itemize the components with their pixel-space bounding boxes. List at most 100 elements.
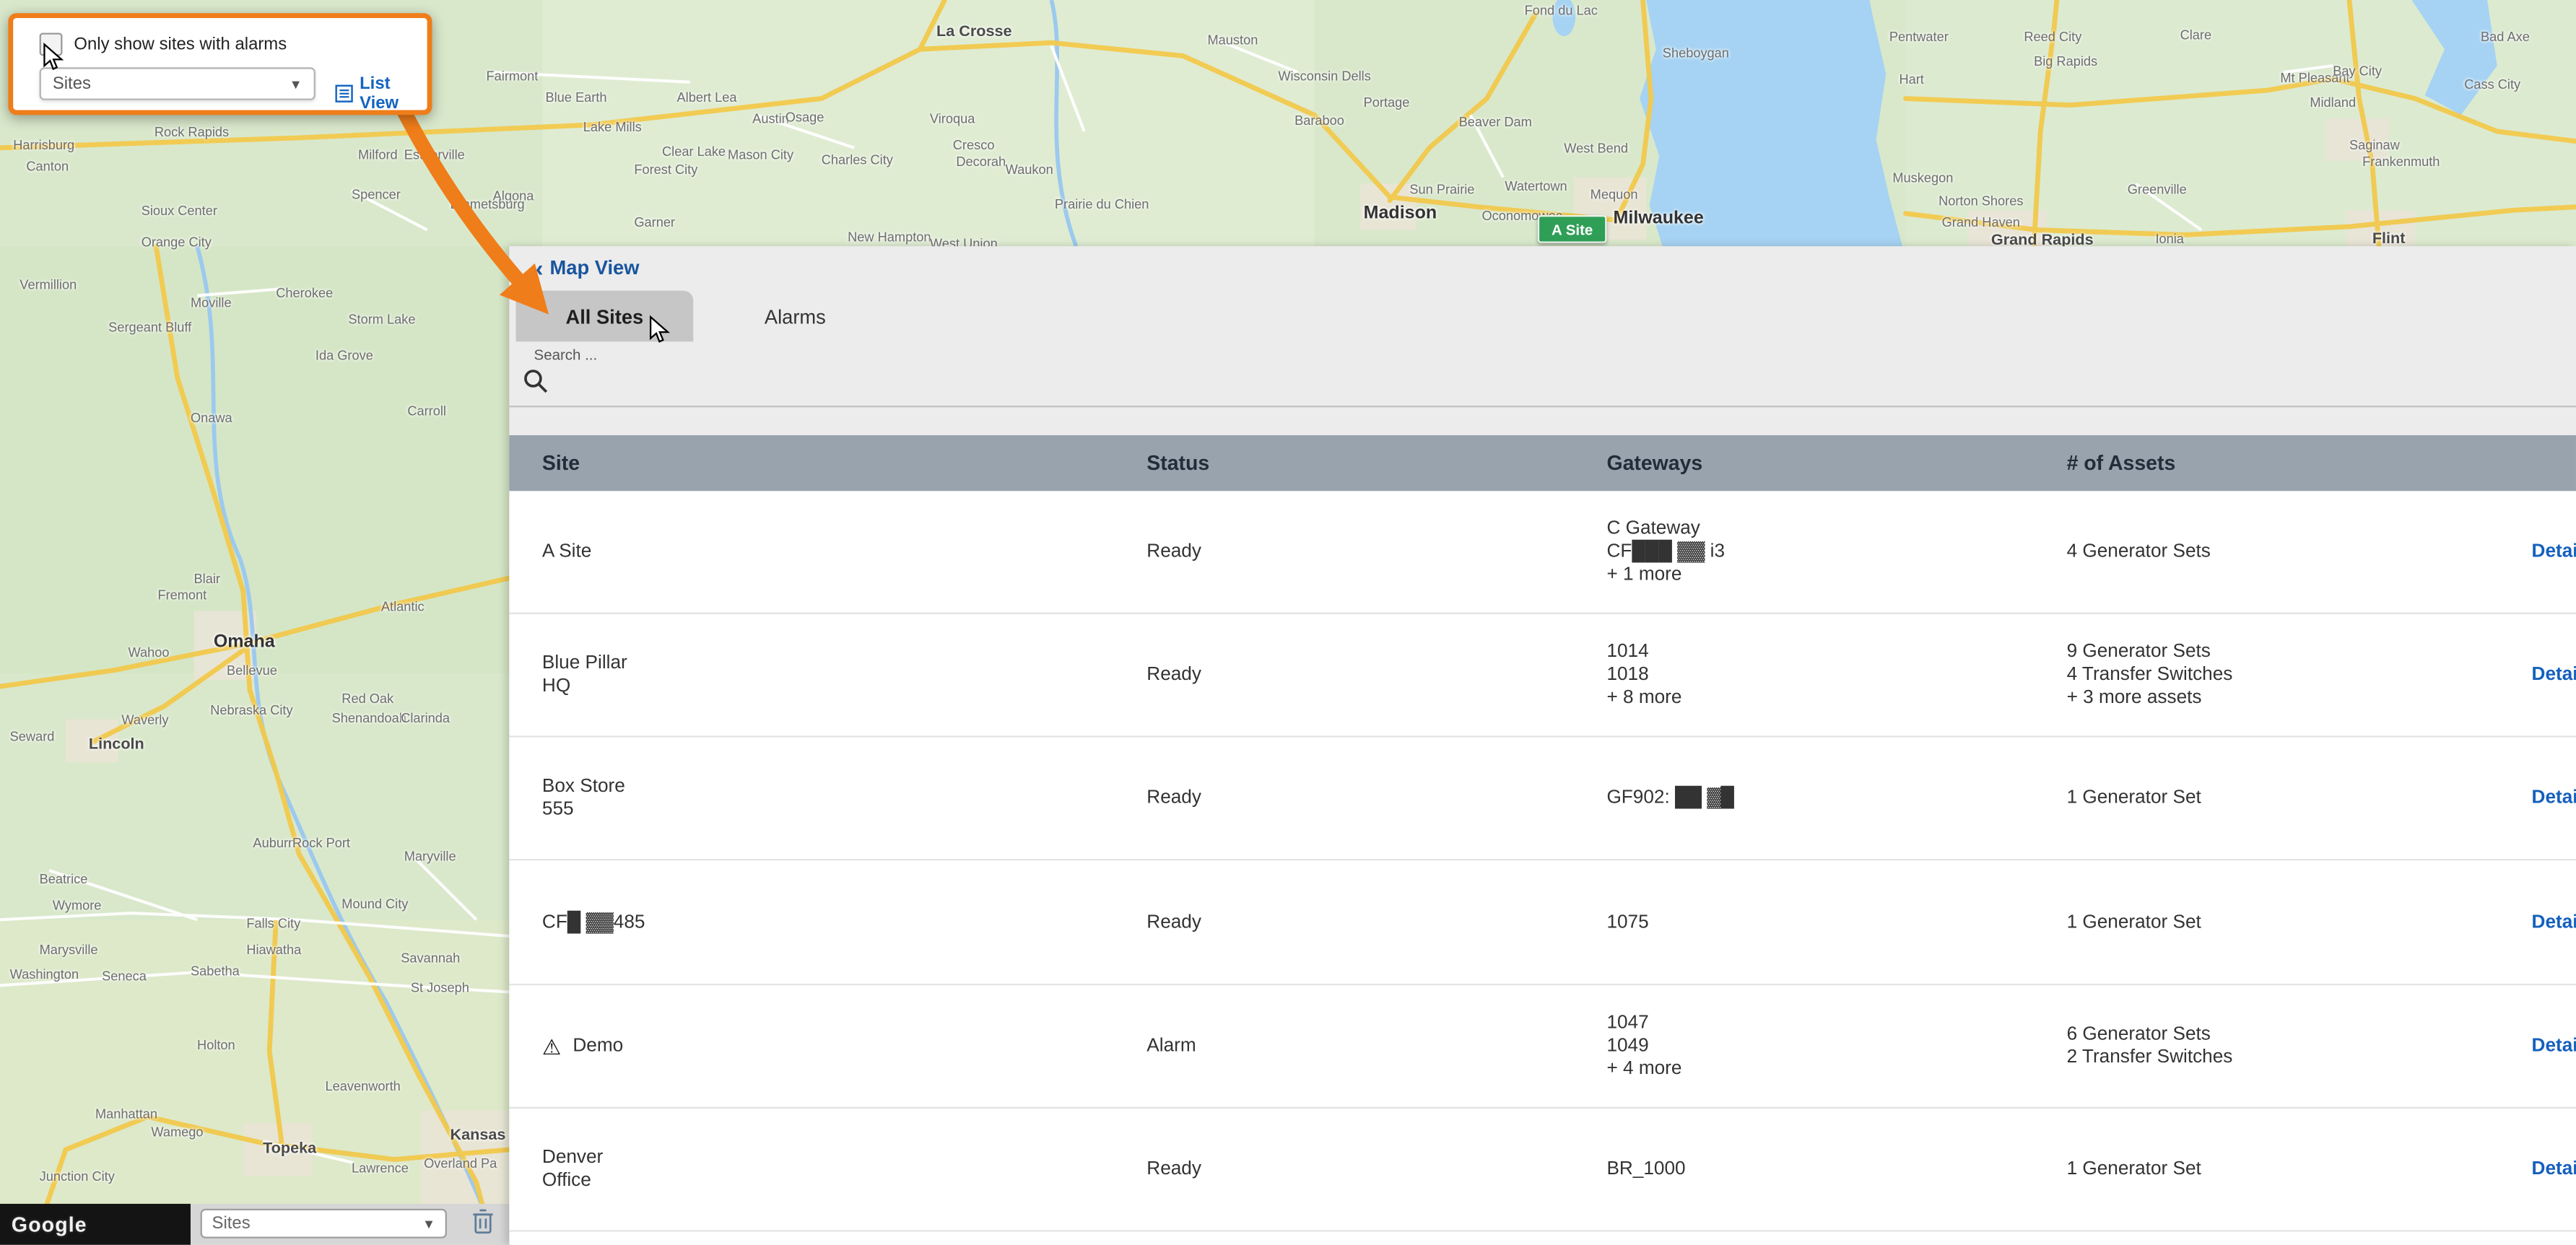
details-link[interactable]: Details <box>2532 985 2576 1106</box>
status-value: Alarm <box>1146 1035 1475 1058</box>
map-city-label: Carroll <box>407 404 446 419</box>
assets-line: 6 Generator Sets <box>2067 1023 2510 1047</box>
map-city-label: Lincoln <box>89 735 144 753</box>
status-value: Ready <box>1146 663 1475 686</box>
map-city-label: Topeka <box>263 1140 316 1158</box>
gateway-line: 1047 <box>1606 1012 2050 1035</box>
map-city-label: Muskegon <box>1892 171 1953 185</box>
map-city-label: Bellevue <box>227 663 277 678</box>
site-name: Blue Pillar <box>542 652 1035 675</box>
map-city-label: Beaver Dam <box>1459 115 1532 129</box>
map-city-label: St Joseph <box>411 980 469 995</box>
map-city-label: Wahoo <box>128 645 169 660</box>
site-name: CF█ ▓▓485 <box>542 911 1035 934</box>
map-city-label: Watertown <box>1505 179 1567 193</box>
column-header-status: Status <box>1146 435 1209 491</box>
bottom-sites-dropdown[interactable]: Sites ▼ <box>201 1209 447 1239</box>
gateway-line: 1049 <box>1606 1035 2050 1058</box>
map-view-link[interactable]: ‹ Map View <box>536 256 640 279</box>
bottom-sites-dropdown-value: Sites <box>212 1214 251 1233</box>
details-link[interactable]: Details <box>2532 491 2576 612</box>
map-city-label: Blue Earth <box>545 90 606 105</box>
list-view-icon <box>335 84 353 103</box>
map-city-label: Ida Grove <box>316 348 373 362</box>
map-city-label: Decorah <box>956 154 1006 169</box>
map-city-label: Pentwater <box>1889 30 1949 44</box>
map-city-label: Seward <box>10 729 55 743</box>
assets-line: 1 Generator Set <box>2067 787 2510 810</box>
map-city-label: Mauston <box>1207 33 1258 48</box>
map-city-label: Hiawatha <box>246 943 301 957</box>
map-city-label: Maryville <box>404 849 456 863</box>
gateway-line: 1014 <box>1606 640 2050 663</box>
tab-alarms[interactable]: Alarms <box>729 291 861 342</box>
map-city-label: Storm Lake <box>348 312 415 326</box>
map-city-label: Marysville <box>40 943 98 957</box>
search-input[interactable] <box>559 364 2537 401</box>
status-value: Ready <box>1146 787 1475 810</box>
chevron-down-icon: ▼ <box>422 1216 435 1231</box>
map-city-label: Falls City <box>246 917 300 931</box>
map-marker-a-site[interactable]: A Site <box>1538 215 1607 243</box>
google-logo[interactable]: Google <box>12 1214 87 1237</box>
map-city-label: Harrisburg <box>13 138 74 152</box>
map-city-label: Bay City <box>2333 64 2382 79</box>
assets-line: + 3 more assets <box>2067 686 2510 709</box>
map-city-label: Ionia <box>2155 232 2184 246</box>
site-name: Denver <box>542 1146 1035 1169</box>
column-header-gateways: Gateways <box>1606 435 1702 491</box>
gateway-line: + 8 more <box>1606 686 2050 709</box>
gateway-line: C Gateway <box>1606 517 2050 541</box>
table-row: Denver Office Ready BR_1000 1 Generator … <box>509 1109 2576 1232</box>
table-row: A Site Ready C Gateway CF███ ▓▓ i3 + 1 m… <box>509 491 2576 614</box>
map-city-label: West Bend <box>1564 141 1628 156</box>
map-city-label: Big Rapids <box>2034 54 2097 69</box>
map-city-label: Auburn <box>253 836 295 850</box>
alarms-only-checkbox[interactable] <box>40 33 63 56</box>
sites-dropdown[interactable]: Sites ▼ <box>40 67 316 100</box>
map-city-label: Waverly <box>121 713 168 728</box>
assets-line: 4 Transfer Switches <box>2067 663 2510 686</box>
map-city-label: Sioux Center <box>142 204 217 218</box>
map-city-label: Junction City <box>40 1169 115 1184</box>
map-city-label: Savannah <box>401 951 460 966</box>
sites-dropdown-value: Sites <box>53 74 91 93</box>
search-icon <box>523 368 549 394</box>
map-city-label: Sergeant Bluff <box>108 320 191 335</box>
details-link[interactable]: Details <box>2532 614 2576 735</box>
map-city-label: Forest City <box>634 162 697 177</box>
tab-all-sites[interactable]: All Sites <box>516 291 694 342</box>
site-name-line2: 555 <box>542 798 1035 821</box>
sites-list-panel: ‹ Map View All Sites Alarms Search ... S… <box>509 246 2576 1245</box>
details-link[interactable]: Details <box>2532 738 2576 859</box>
map-city-label: Hart <box>1899 72 1923 87</box>
map-city-label: Greenville <box>2128 183 2187 197</box>
map-city-label: Nebraska City <box>210 703 292 717</box>
map-city-label: Orange City <box>142 235 212 249</box>
map-city-label: Sabetha <box>191 964 240 979</box>
details-link[interactable]: Details <box>2532 860 2576 984</box>
map-city-label: Madison <box>1364 204 1437 223</box>
map-city-label: Spencer <box>352 187 401 201</box>
trash-button[interactable] <box>471 1207 495 1235</box>
gateway-line: + 1 more <box>1606 563 2050 586</box>
details-link[interactable]: Details <box>2532 1109 2576 1230</box>
map-city-label: Milford <box>358 148 398 162</box>
map-city-label: Cass City <box>2464 77 2520 92</box>
map-city-label: Estherville <box>404 148 465 162</box>
column-header-site: Site <box>542 435 580 491</box>
alarms-only-checkbox-label: Only show sites with alarms <box>74 35 287 54</box>
assets-line: 1 Generator Set <box>2067 911 2510 934</box>
alarms-filter-callout: Only show sites with alarms Sites ▼ List… <box>8 13 432 115</box>
list-view-button[interactable]: List View <box>335 74 427 113</box>
assets-line: 2 Transfer Switches <box>2067 1046 2510 1069</box>
table-row: CF█ ▓▓485 Ready 1075 1 Generator Set Det… <box>509 860 2576 985</box>
map-city-label: Wymore <box>53 899 102 913</box>
map-city-label: Midland <box>2310 95 2356 110</box>
map-city-label: Wamego <box>151 1125 203 1140</box>
map-city-label: Osage <box>786 110 824 124</box>
assets-line: 4 Generator Sets <box>2067 541 2510 564</box>
map-city-label: Reed City <box>2024 30 2081 44</box>
gateway-line: GF902: ██ ▓█ <box>1606 787 2050 810</box>
map-city-label: La Crosse <box>936 23 1012 41</box>
